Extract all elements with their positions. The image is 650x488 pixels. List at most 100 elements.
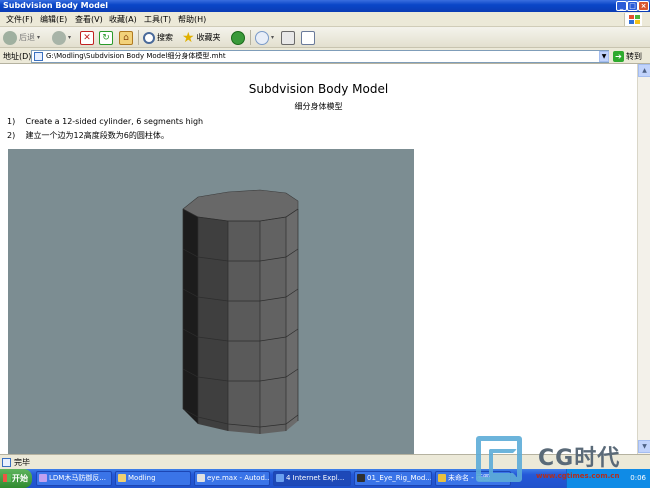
menu-favorites[interactable]: 收藏(A) xyxy=(109,14,137,25)
status-bar: 完毕 xyxy=(0,454,650,469)
chevron-down-icon: ▾ xyxy=(37,34,41,41)
app-icon xyxy=(39,474,47,482)
page-subtitle: 细分身体模型 xyxy=(294,102,343,111)
minimize-button[interactable]: _ xyxy=(616,1,627,11)
ie-icon xyxy=(276,474,284,482)
windows-logo-icon xyxy=(624,13,642,26)
cylinder-face xyxy=(228,191,260,434)
edit-page-icon xyxy=(301,30,315,45)
refresh-button[interactable]: ↻ xyxy=(99,29,113,46)
search-button[interactable]: 搜索 xyxy=(143,29,173,46)
forward-arrow-icon xyxy=(52,30,66,45)
cylinder-render xyxy=(182,189,299,434)
taskbar-item-label: 未命名 - 画图 xyxy=(448,474,490,482)
paint-icon xyxy=(438,474,446,482)
menu-file[interactable]: 文件(F) xyxy=(6,14,33,25)
taskbar-item[interactable]: eye.max - Autod... xyxy=(194,471,270,486)
back-label: 后退 xyxy=(19,33,35,42)
printer-icon xyxy=(281,30,295,45)
model-viewport-image xyxy=(8,149,414,454)
cylinder-face xyxy=(183,199,198,424)
page-title: Subdvision Body Model xyxy=(248,82,389,96)
window-title: Subdvision Body Model xyxy=(3,1,109,10)
go-button[interactable]: ➔ 转到 xyxy=(613,50,642,63)
favorites-button[interactable]: ★ 收藏夹 xyxy=(182,29,221,46)
go-arrow-icon: ➔ xyxy=(613,51,624,62)
home-button[interactable]: ⌂ xyxy=(119,29,133,46)
maximize-button[interactable]: □ xyxy=(627,1,638,11)
taskbar-item[interactable]: LDM木马防御反... xyxy=(36,471,112,486)
app-icon xyxy=(197,474,205,482)
cylinder-face xyxy=(260,191,286,434)
print-button[interactable] xyxy=(281,29,295,46)
go-label: 转到 xyxy=(626,52,642,61)
star-icon: ★ xyxy=(182,29,195,46)
step-number: 2) xyxy=(7,131,16,140)
address-label: 地址(D) xyxy=(3,52,32,61)
back-arrow-icon xyxy=(3,30,17,45)
menu-help[interactable]: 帮助(H) xyxy=(178,14,206,25)
mail-icon xyxy=(255,30,269,45)
search-label: 搜索 xyxy=(157,33,173,42)
address-input[interactable]: G:\Modling\Subdvision Body Model细分身体模型.m… xyxy=(31,50,609,63)
edit-button[interactable] xyxy=(301,29,315,46)
start-label: 开始 xyxy=(12,474,28,483)
stop-button[interactable]: ✕ xyxy=(80,29,94,46)
step-text: Create a 12-sided cylinder, 6 segments h… xyxy=(25,117,204,126)
menu-view[interactable]: 查看(V) xyxy=(75,14,103,25)
stop-icon: ✕ xyxy=(80,30,94,45)
taskbar-item[interactable]: 未命名 - 画图 xyxy=(435,471,511,486)
back-button[interactable]: 后退 ▾ xyxy=(3,29,40,46)
clock[interactable]: 0:06 xyxy=(630,474,646,482)
toolbar-separator xyxy=(138,30,139,45)
windows-flag-icon xyxy=(3,474,11,482)
status-text: 完毕 xyxy=(14,458,30,467)
menu-tools[interactable]: 工具(T) xyxy=(144,14,171,25)
scroll-up-button[interactable]: ▲ xyxy=(638,64,650,77)
media-button[interactable] xyxy=(231,29,245,46)
close-button[interactable]: × xyxy=(638,1,649,11)
taskbar-item-label: Modling xyxy=(128,474,156,482)
address-dropdown-button[interactable]: ▼ xyxy=(599,51,609,62)
media-icon xyxy=(231,30,245,45)
taskbar-item-label: LDM木马防御反... xyxy=(49,474,107,482)
cylinder-top-cap xyxy=(182,189,299,222)
refresh-icon: ↻ xyxy=(99,30,113,45)
step-item: 2) 建立一个边为12高度段数为6的圆柱体。 xyxy=(7,130,169,141)
address-bar: 地址(D) G:\Modling\Subdvision Body Model细分… xyxy=(0,48,650,64)
step-text: 建立一个边为12高度段数为6的圆柱体。 xyxy=(25,131,169,140)
taskbar-item[interactable]: 4 Internet Expl... xyxy=(273,471,351,486)
step-item: 1) Create a 12-sided cylinder, 6 segment… xyxy=(7,117,203,126)
menu-bar: 文件(F) 编辑(E) 查看(V) 收藏(A) 工具(T) 帮助(H) xyxy=(0,12,650,27)
toolbar: 后退 ▾ ▾ ✕ ↻ ⌂ 搜索 ★ 收藏夹 ▾ xyxy=(0,27,650,48)
cylinder-face xyxy=(286,193,298,431)
step-number: 1) xyxy=(7,117,16,126)
window-titlebar: Subdvision Body Model _ □ × xyxy=(0,0,650,12)
taskbar-item-label: 01_Eye_Rig_Mod... xyxy=(367,474,432,482)
favorites-label: 收藏夹 xyxy=(196,33,221,42)
app-icon xyxy=(357,474,365,482)
address-value: G:\Modling\Subdvision Body Model细分身体模型.m… xyxy=(46,52,226,60)
folder-icon xyxy=(118,474,126,482)
page-done-icon xyxy=(2,458,11,467)
taskbar-item-label: eye.max - Autod... xyxy=(207,474,270,482)
taskbar-item[interactable]: Modling xyxy=(115,471,191,486)
chevron-down-icon: ▾ xyxy=(68,34,72,41)
mail-button[interactable]: ▾ xyxy=(255,29,274,46)
taskbar-item-label: 4 Internet Expl... xyxy=(286,474,345,482)
system-tray: 0:06 xyxy=(566,469,650,488)
cylinder-face xyxy=(198,193,228,431)
menu-edit[interactable]: 编辑(E) xyxy=(40,14,67,25)
page-icon xyxy=(34,52,43,61)
chevron-down-icon: ▾ xyxy=(271,34,275,41)
home-icon: ⌂ xyxy=(119,30,133,45)
search-icon xyxy=(143,31,155,44)
vertical-scrollbar[interactable]: ▲ ▼ xyxy=(637,64,650,454)
taskbar: 开始 LDM木马防御反... Modling eye.max - Autod..… xyxy=(0,469,650,488)
taskbar-item[interactable]: 01_Eye_Rig_Mod... xyxy=(354,471,432,486)
page-content: Subdvision Body Model 细分身体模型 1) Create a… xyxy=(0,64,637,454)
start-button[interactable]: 开始 xyxy=(0,469,32,488)
forward-button[interactable]: ▾ xyxy=(52,29,71,46)
toolbar-separator xyxy=(250,30,251,45)
scroll-down-button[interactable]: ▼ xyxy=(638,440,650,453)
